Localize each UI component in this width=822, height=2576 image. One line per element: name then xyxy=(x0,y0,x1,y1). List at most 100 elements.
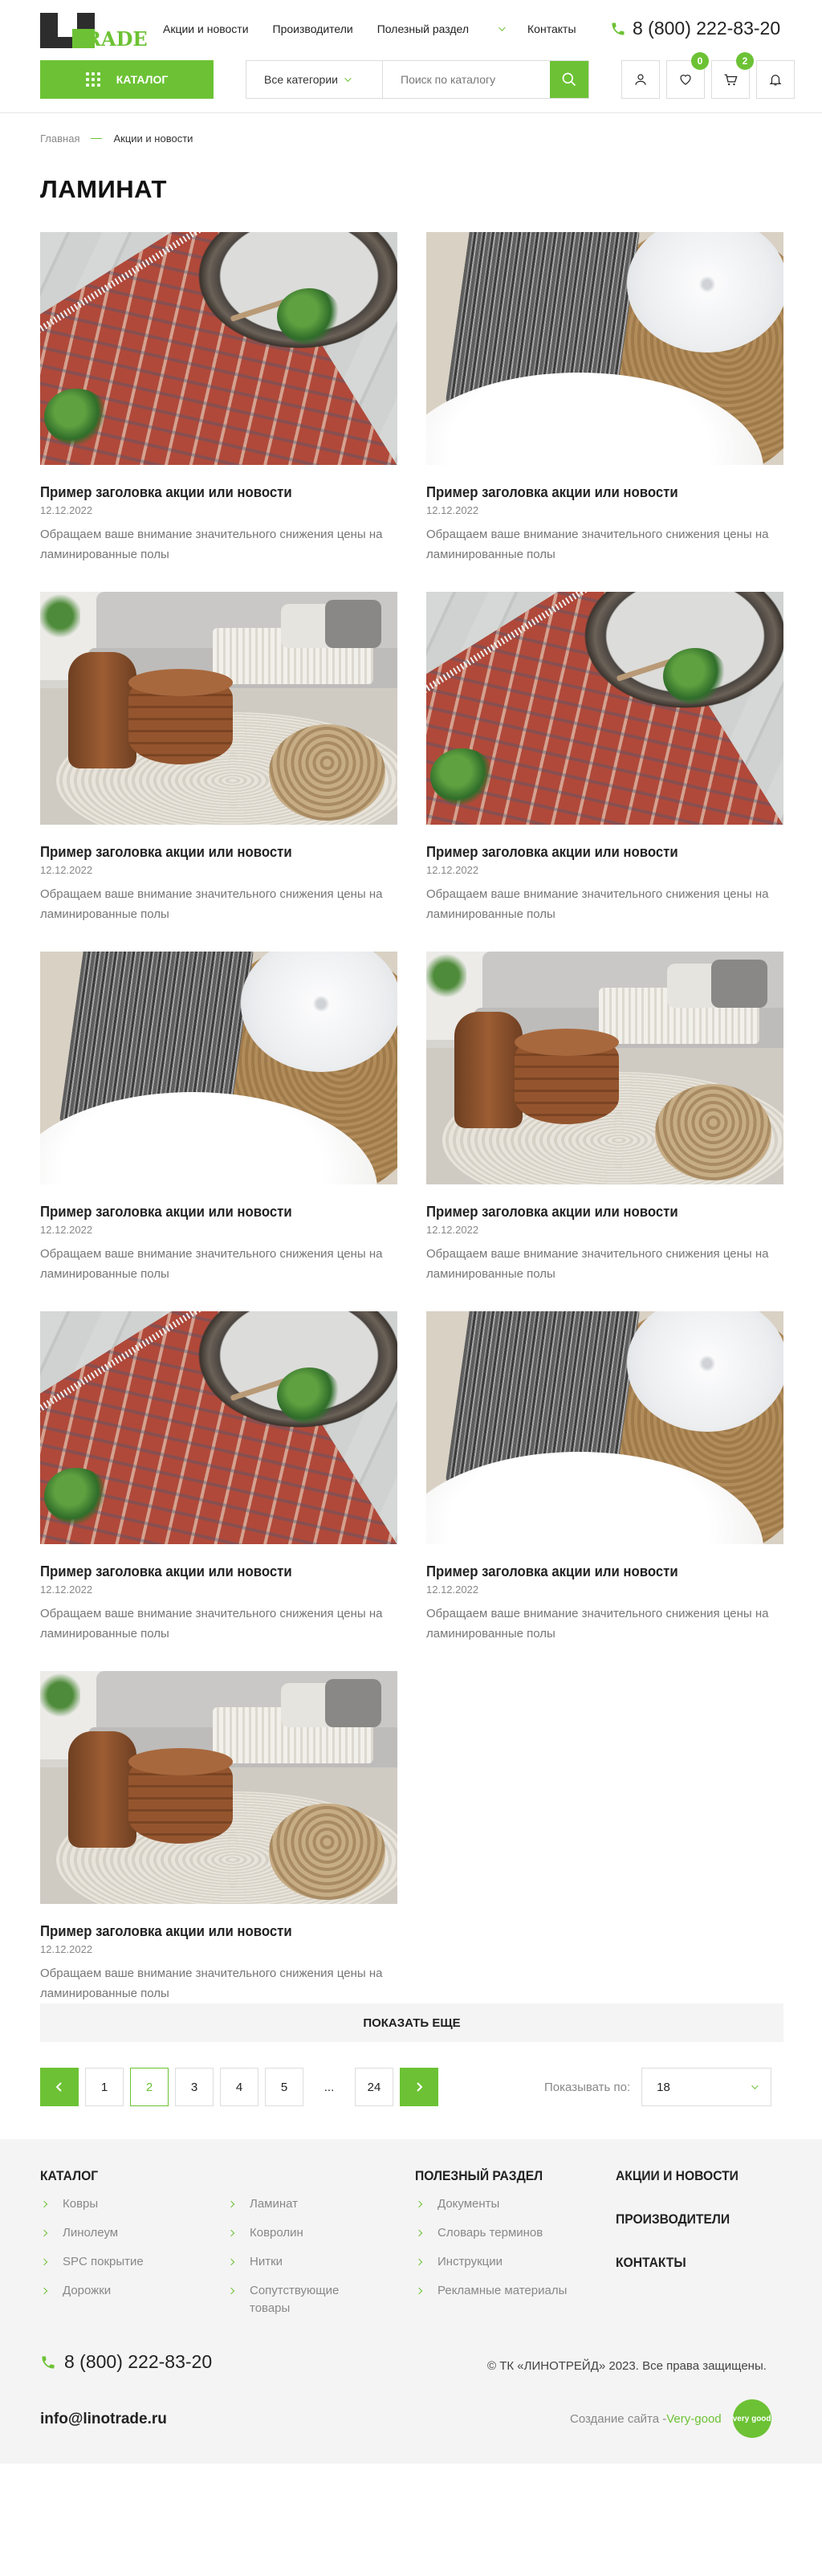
news-card-date: 12.12.2022 xyxy=(40,1224,93,1236)
news-card-image[interactable] xyxy=(40,1311,397,1544)
footer-link[interactable]: Ламинат xyxy=(227,2195,388,2213)
header-phone-number: 8 (800) 222-83-20 xyxy=(633,18,781,39)
page-button[interactable]: 24 xyxy=(355,2068,393,2106)
developer-link[interactable]: Very-good xyxy=(666,2412,721,2426)
news-card-date: 12.12.2022 xyxy=(40,1943,93,1955)
page-button-active[interactable]: 2 xyxy=(130,2068,169,2106)
breadcrumb-separator xyxy=(91,138,103,139)
news-card-image[interactable] xyxy=(426,1311,783,1544)
header-phone[interactable]: 8 (800) 222-83-20 xyxy=(610,18,780,39)
news-card[interactable]: Пример заголовка акции или новости 12.12… xyxy=(40,1311,397,1671)
news-card-title[interactable]: Пример заголовка акции или новости xyxy=(40,1923,372,1940)
news-card[interactable]: Пример заголовка акции или новости 12.12… xyxy=(40,952,397,1311)
phone-icon xyxy=(612,22,625,35)
bell-icon xyxy=(769,75,782,86)
news-card[interactable]: Пример заголовка акции или новости 12.12… xyxy=(40,232,397,592)
notifications-button[interactable] xyxy=(756,60,795,99)
news-card-title[interactable]: Пример заголовка акции или новости xyxy=(40,844,372,861)
breadcrumb-home[interactable]: Главная xyxy=(40,132,79,145)
nav-link-useful[interactable]: Полезный раздел xyxy=(377,22,506,35)
news-card-title[interactable]: Пример заголовка акции или новости xyxy=(40,1204,372,1221)
footer-link[interactable]: Сопутствующие товары xyxy=(227,2282,388,2317)
chevron-right-icon xyxy=(227,2200,235,2208)
news-card-image[interactable] xyxy=(426,232,783,465)
favorites-count-badge: 0 xyxy=(691,52,709,70)
news-card-desc: Обращаем ваше внимание значительного сни… xyxy=(426,1607,769,1641)
news-card[interactable]: Пример заголовка акции или новости 12.12… xyxy=(40,592,397,952)
footer-link[interactable]: Линолеум xyxy=(40,2224,227,2242)
footer-link[interactable]: Нитки xyxy=(227,2253,388,2271)
footer-link-contacts[interactable]: Контакты xyxy=(616,2255,739,2271)
news-card[interactable]: Пример заголовка акции или новости 12.12… xyxy=(426,232,783,592)
footer-link-label: Документы xyxy=(437,2197,500,2211)
news-card-date: 12.12.2022 xyxy=(426,1224,479,1236)
developer-logo[interactable]: very good xyxy=(732,2399,771,2438)
footer-link[interactable]: Ковры xyxy=(40,2195,227,2213)
top-nav: Акции и новости Производители Полезный р… xyxy=(163,22,600,35)
cart-button[interactable]: 2 xyxy=(711,52,754,99)
news-card-title[interactable]: Пример заголовка акции или новости xyxy=(40,484,372,501)
footer-link[interactable]: Дорожки xyxy=(40,2282,227,2300)
footer-main-links: Акции и новости Производители Контакты xyxy=(616,2168,749,2298)
footer-link-label: SPC покрытие xyxy=(63,2255,144,2268)
category-select[interactable]: Все категории xyxy=(246,61,383,98)
news-card-image[interactable] xyxy=(40,232,397,465)
footer-link[interactable]: Рекламные материалы xyxy=(415,2282,567,2300)
news-card-title[interactable]: Пример заголовка акции или новости xyxy=(426,1563,759,1580)
search-input[interactable] xyxy=(383,61,550,98)
page-button[interactable]: 1 xyxy=(85,2068,124,2106)
search-button[interactable] xyxy=(550,61,588,98)
news-card[interactable]: Пример заголовка акции или новости 12.12… xyxy=(426,1311,783,1671)
favorites-button[interactable]: 0 xyxy=(666,52,709,99)
show-more-button[interactable]: Показать еще xyxy=(40,2003,783,2042)
footer-link[interactable]: Инструкции xyxy=(415,2253,567,2271)
logo-text: RADE xyxy=(85,27,148,51)
heart-icon xyxy=(680,75,691,85)
nav-link-contacts[interactable]: Контакты xyxy=(527,22,576,35)
copyright: © ТК «ЛИНОТРЕЙД» 2023. Все права защищен… xyxy=(487,2359,767,2373)
news-card-image[interactable] xyxy=(40,952,397,1184)
news-card-title[interactable]: Пример заголовка акции или новости xyxy=(40,1563,372,1580)
news-card-desc: Обращаем ваше внимание значительного сни… xyxy=(40,1607,383,1641)
page-button[interactable]: 3 xyxy=(175,2068,214,2106)
news-card-date: 12.12.2022 xyxy=(40,504,93,516)
header-actions: 0 2 xyxy=(621,52,801,99)
news-card-title[interactable]: Пример заголовка акции или новости xyxy=(426,1204,759,1221)
footer-catalog-heading[interactable]: Каталог xyxy=(40,2168,360,2184)
cart-count-badge: 2 xyxy=(736,52,754,70)
footer-link-manufacturers[interactable]: Производители xyxy=(616,2211,739,2228)
footer-link-news[interactable]: Акции и новости xyxy=(616,2168,739,2184)
catalog-button[interactable]: Каталог xyxy=(40,60,214,99)
page-button[interactable]: 5 xyxy=(265,2068,303,2106)
chevron-left-icon xyxy=(55,2082,62,2092)
footer-link[interactable]: Документы xyxy=(415,2195,567,2213)
news-card[interactable]: Пример заголовка акции или новости 12.12… xyxy=(426,592,783,952)
news-card[interactable]: Пример заголовка акции или новости 12.12… xyxy=(40,1671,397,2031)
news-card-title[interactable]: Пример заголовка акции или новости xyxy=(426,844,759,861)
news-card-image[interactable] xyxy=(426,592,783,825)
show-by-select[interactable]: 18 xyxy=(641,2068,772,2106)
footer-link[interactable]: Словарь терминов xyxy=(415,2224,567,2242)
show-by: Показывать по: 18 xyxy=(544,2068,772,2106)
footer-link[interactable]: SPC покрытие xyxy=(40,2253,227,2271)
next-page-button[interactable] xyxy=(400,2068,438,2106)
footer-link-label: Дорожки xyxy=(63,2284,112,2297)
news-card-image[interactable] xyxy=(40,1671,397,1904)
account-button[interactable] xyxy=(621,60,660,99)
nav-link-manufacturers[interactable]: Производители xyxy=(273,22,353,35)
news-card-image[interactable] xyxy=(426,952,783,1184)
prev-page-button[interactable] xyxy=(40,2068,79,2106)
footer-useful-heading[interactable]: Полезный раздел xyxy=(415,2168,555,2184)
page-button[interactable]: 4 xyxy=(220,2068,258,2106)
chevron-right-icon xyxy=(415,2258,423,2266)
news-card-title[interactable]: Пример заголовка акции или новости xyxy=(426,484,759,501)
news-card-image[interactable] xyxy=(40,592,397,825)
breadcrumb-current: Акции и новости xyxy=(113,132,193,145)
logo[interactable]: RADE xyxy=(40,13,148,51)
footer-phone[interactable]: 8 (800) 222-83-20 xyxy=(40,2351,212,2373)
nav-link-news[interactable]: Акции и новости xyxy=(163,22,249,35)
news-card[interactable]: Пример заголовка акции или новости 12.12… xyxy=(426,952,783,1311)
breadcrumb: Главная Акции и новости xyxy=(40,132,193,145)
footer-email[interactable]: info@linotrade.ru xyxy=(40,2411,167,2428)
footer-link[interactable]: Ковролин xyxy=(227,2224,388,2242)
